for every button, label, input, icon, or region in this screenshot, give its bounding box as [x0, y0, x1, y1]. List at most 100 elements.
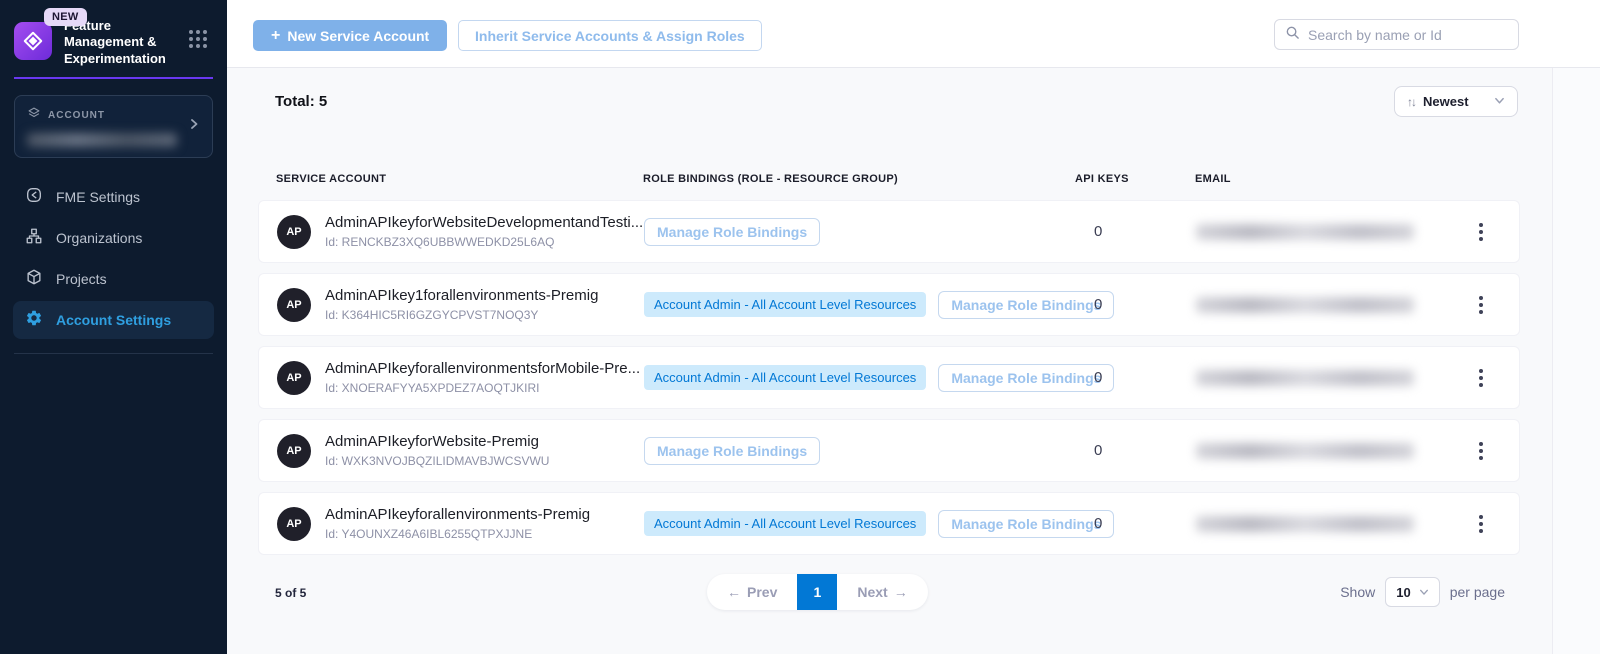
row-menu-kebab-icon[interactable] [1475, 511, 1487, 537]
search-box [1274, 19, 1519, 50]
service-account-cell: AP AdminAPIkeyforallenvironments-Premig … [277, 506, 644, 541]
avatar: AP [277, 361, 311, 395]
row-menu-kebab-icon[interactable] [1475, 438, 1487, 464]
new-badge: NEW [44, 8, 87, 26]
sidebar-item-organizations[interactable]: Organizations [13, 219, 214, 257]
page-size-group: Show 10 per page [1340, 577, 1505, 607]
service-accounts-table: SERVICE ACCOUNT ROLE BINDINGS (ROLE - RE… [258, 168, 1520, 565]
main-content: + New Service Account Inherit Service Ac… [227, 0, 1600, 654]
role-bindings-cell: Account Admin - All Account Level Resour… [644, 218, 1076, 246]
column-header-email: EMAIL [1195, 173, 1458, 185]
sort-value: Newest [1423, 94, 1486, 109]
service-account-id: Id: XNOERAFYYA5XPDEZ7AOQTJKIRI [325, 381, 640, 395]
role-chip: Account Admin - All Account Level Resour… [644, 511, 926, 536]
email-cell [1196, 516, 1457, 532]
service-account-id: Id: K364HIC5RI6GZGYCPVST7NOQ3Y [325, 308, 598, 322]
role-bindings-cell: Account Admin - All Account Level Resour… [644, 510, 1076, 538]
action-toolbar: + New Service Account Inherit Service Ac… [227, 0, 1600, 68]
layers-icon [27, 106, 41, 125]
service-account-cell: AP AdminAPIkeyforallenvironmentsforMobil… [277, 360, 644, 395]
email-redacted [1196, 443, 1414, 459]
projects-icon [25, 268, 43, 289]
row-menu-kebab-icon[interactable] [1475, 219, 1487, 245]
account-selector[interactable]: ACCOUNT [14, 95, 213, 158]
table-row: AP AdminAPIkeyforWebsite-Premig Id: WXK3… [258, 419, 1520, 482]
service-account-id: Id: RENCKBZ3XQ6UBBWWEDKD25L6AQ [325, 235, 643, 249]
avatar: AP [277, 434, 311, 468]
pager: ← Prev 1 Next → [707, 574, 928, 610]
service-account-id: Id: Y4OUNXZ46A6IBL6255QTPXJJNE [325, 527, 590, 541]
avatar: AP [277, 215, 311, 249]
search-input[interactable] [1308, 27, 1508, 43]
row-menu-kebab-icon[interactable] [1475, 365, 1487, 391]
per-page-label: per page [1450, 584, 1505, 600]
table-body: AP AdminAPIkeyforWebsiteDevelopmentandTe… [258, 200, 1520, 555]
service-account-name: AdminAPIkeyforWebsite-Premig [325, 433, 549, 450]
fme-settings-icon [25, 186, 43, 207]
chevron-down-icon [1419, 584, 1429, 600]
prev-page-button[interactable]: ← Prev [707, 574, 797, 610]
sidebar-item-label: Account Settings [56, 312, 171, 328]
role-bindings-cell: Account Admin - All Account Level Resour… [644, 437, 1076, 465]
api-keys-count: 0 [1076, 223, 1196, 240]
avatar: AP [277, 288, 311, 322]
role-bindings-cell: Account Admin - All Account Level Resour… [644, 364, 1076, 392]
column-header-api-keys: API KEYS [1075, 173, 1195, 185]
service-account-id: Id: WXK3NVOJBQZILIDMAVBJWCSVWU [325, 454, 549, 468]
role-bindings-cell: Account Admin - All Account Level Resour… [644, 291, 1076, 319]
api-keys-count: 0 [1076, 296, 1196, 313]
app-grid-icon[interactable] [189, 30, 207, 48]
manage-role-bindings-button[interactable]: Manage Role Bindings [644, 437, 820, 465]
chevron-right-icon [188, 117, 200, 135]
inherit-service-accounts-button[interactable]: Inherit Service Accounts & Assign Roles [458, 20, 762, 51]
role-chip: Account Admin - All Account Level Resour… [644, 292, 926, 317]
email-redacted [1196, 516, 1414, 532]
page-size-value: 10 [1396, 585, 1410, 600]
sidebar-item-label: Projects [56, 271, 107, 287]
table-row: AP AdminAPIkey1forallenvironments-Premig… [258, 273, 1520, 336]
fme-logo-icon [14, 22, 52, 60]
service-account-name: AdminAPIkeyforWebsiteDevelopmentandTesti… [325, 214, 643, 231]
service-account-name: AdminAPIkeyforallenvironmentsforMobile-P… [325, 360, 640, 377]
sidebar-nav: FME Settings Organizations Projects [0, 178, 227, 339]
email-cell [1196, 370, 1457, 386]
show-label: Show [1340, 584, 1375, 600]
service-account-name: AdminAPIkeyforallenvironments-Premig [325, 506, 590, 523]
service-account-cell: AP AdminAPIkeyforWebsite-Premig Id: WXK3… [277, 433, 644, 468]
new-service-account-button[interactable]: + New Service Account [253, 20, 447, 51]
next-page-button[interactable]: Next → [837, 574, 927, 610]
search-icon [1285, 25, 1300, 45]
sort-arrows-icon: ↑↓ [1407, 95, 1415, 109]
table-row: AP AdminAPIkeyforallenvironments-Premig … [258, 492, 1520, 555]
brand-underline [14, 77, 213, 79]
column-header-service-account: SERVICE ACCOUNT [276, 173, 643, 185]
sidebar-item-projects[interactable]: Projects [13, 260, 214, 298]
sidebar: NEW Feature Management & Experimentation… [0, 0, 227, 654]
brand-header: NEW Feature Management & Experimentation [0, 0, 227, 67]
sidebar-item-label: Organizations [56, 230, 142, 246]
table-header-row: SERVICE ACCOUNT ROLE BINDINGS (ROLE - RE… [258, 168, 1520, 190]
email-cell [1196, 297, 1457, 313]
sidebar-item-fme-settings[interactable]: FME Settings [13, 178, 214, 216]
email-redacted [1196, 370, 1414, 386]
service-account-name: AdminAPIkey1forallenvironments-Premig [325, 287, 598, 304]
plus-icon: + [271, 27, 280, 45]
api-keys-count: 0 [1076, 515, 1196, 532]
email-cell [1196, 224, 1457, 240]
page-size-dropdown[interactable]: 10 [1385, 577, 1439, 607]
sidebar-item-account-settings[interactable]: Account Settings [13, 301, 214, 339]
sort-dropdown[interactable]: ↑↓ Newest [1394, 86, 1518, 117]
column-header-role-bindings: ROLE BINDINGS (ROLE - RESOURCE GROUP) [643, 173, 1075, 185]
avatar: AP [277, 507, 311, 541]
sidebar-item-label: FME Settings [56, 189, 140, 205]
current-page-button[interactable]: 1 [797, 574, 837, 610]
organizations-icon [25, 227, 43, 248]
total-count: Total: 5 [275, 93, 327, 110]
arrow-left-icon: ← [727, 584, 741, 600]
gear-icon [25, 309, 43, 330]
manage-role-bindings-button[interactable]: Manage Role Bindings [644, 218, 820, 246]
table-row: AP AdminAPIkeyforWebsiteDevelopmentandTe… [258, 200, 1520, 263]
api-keys-count: 0 [1076, 369, 1196, 386]
row-menu-kebab-icon[interactable] [1475, 292, 1487, 318]
sidebar-divider [14, 353, 213, 354]
